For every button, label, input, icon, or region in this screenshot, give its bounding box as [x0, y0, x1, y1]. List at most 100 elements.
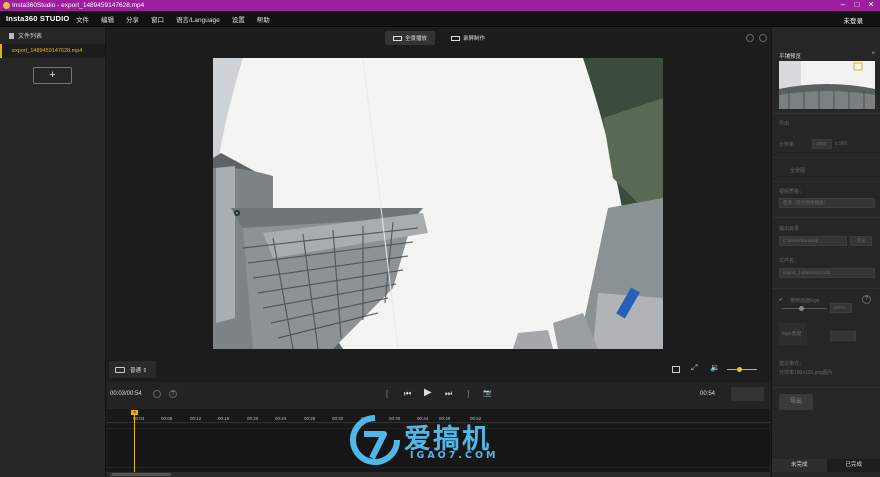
zoom-out-icon[interactable] [746, 34, 754, 42]
resolution-width-input[interactable]: 1920 [812, 139, 832, 149]
menu-help[interactable]: 帮助 [257, 14, 270, 24]
tick-label: 00:44 [417, 416, 429, 421]
menu-items: 文件 编辑 分享 窗口 语言/Language 设置 帮助 [76, 11, 282, 26]
timeline-ruler: 00:04 00:08 00:12 00:16 00:20 00:24 00:2… [107, 409, 770, 423]
tick-label: 00:12 [190, 416, 202, 421]
watermark-help-icon[interactable]: ? [862, 295, 871, 304]
browse-button[interactable]: 浏览 [850, 236, 872, 246]
filename-input[interactable]: export_1489459147628 [779, 268, 875, 278]
volume-slider[interactable] [727, 369, 757, 370]
tick-label: 00:28 [304, 416, 316, 421]
player-controls: 普通 ⇕ ⤢ 🔉 [107, 358, 770, 382]
export-section-label: 导出 [779, 121, 790, 127]
menu-edit[interactable]: 编辑 [101, 14, 114, 24]
menu-language[interactable]: 语言/Language [176, 14, 220, 24]
minimize-button[interactable]: – [836, 0, 850, 11]
tick-label: 00:08 [161, 416, 173, 421]
divider [772, 181, 880, 182]
volume-slider-handle[interactable] [737, 367, 742, 372]
checkmark-icon[interactable]: ✔ [779, 297, 783, 303]
opacity-slider-handle[interactable] [799, 306, 804, 311]
task-tabs: 未完成 已完成 [772, 459, 880, 472]
login-status[interactable]: 未登录 [844, 15, 864, 25]
close-button[interactable]: ✕ [864, 0, 878, 11]
tile-preview-thumbnail[interactable] [779, 61, 875, 109]
main-area: 全景播放 录屏制作 普通 ⇕ ⤢ 🔉 00:03/00:54 ? [⏮ ▶ ⏭… [107, 27, 770, 477]
logo-size-input[interactable] [830, 331, 856, 341]
fisheye-frame-image [213, 58, 663, 349]
tab-finished[interactable]: 已完成 [826, 459, 880, 472]
file-panel-header: 文件列表 [0, 27, 105, 44]
tab-record-label: 录屏制作 [463, 36, 486, 42]
maximize-button[interactable]: □ [850, 0, 864, 11]
view-mode-select[interactable]: 普通 ⇕ [109, 361, 156, 378]
view-tabs: 全景播放 录屏制作 [107, 27, 770, 49]
video-quality-label: 视频质量： [779, 189, 805, 195]
timeline-scrollbar[interactable] [107, 472, 770, 477]
title-bar: Insta360Studio - export_1489459147628.mp… [0, 0, 880, 11]
opacity-input[interactable]: 100% [830, 303, 852, 313]
fullscreen-icon[interactable]: ⤢ [691, 363, 699, 372]
watermark-option-label[interactable]: 使用画面logo [790, 297, 819, 304]
video-quality-select[interactable]: 超清（适合网络播放） [779, 198, 875, 208]
scrollbar-thumb[interactable] [111, 473, 171, 476]
screenshot-icon[interactable]: 📷 [483, 389, 492, 397]
skip-forward-icon[interactable]: ⏭ [445, 389, 452, 399]
end-time: 00:54 [700, 391, 716, 397]
opacity-slider[interactable] [782, 308, 827, 309]
tick-label: 00:40 [389, 416, 401, 421]
export-panel: 平铺预览 × 导出 分辨率： 1920 x 960 全景图 视频质量： 超清（适… [771, 27, 880, 477]
view-mode-label: 普通 ⇕ [130, 367, 148, 374]
divider [772, 157, 880, 158]
video-preview[interactable] [213, 58, 663, 349]
tab-panorama-play[interactable]: 全景播放 [385, 31, 436, 45]
menu-bar: Insta360 STUDIO 文件 编辑 分享 窗口 语言/Language … [0, 11, 880, 27]
tab-screen-record[interactable]: 录屏制作 [443, 31, 493, 45]
menu-window[interactable]: 窗口 [151, 14, 164, 24]
menu-file[interactable]: 文件 [76, 14, 89, 24]
divider [772, 217, 880, 218]
speed-icon[interactable] [153, 390, 161, 398]
divider [772, 288, 880, 289]
mark-out-icon[interactable]: ] [467, 389, 469, 398]
skip-back-icon[interactable]: ⏮ [404, 389, 411, 399]
file-panel-title: 文件列表 [18, 34, 43, 40]
file-item[interactable]: export_1489459147628.mp4 [0, 44, 105, 58]
tick-label: 00:52 [470, 416, 482, 421]
playhead-line[interactable] [134, 414, 135, 472]
timeline-track[interactable] [107, 428, 770, 468]
tick-label: 00:20 [247, 416, 259, 421]
mark-in-icon[interactable]: [ [386, 389, 388, 398]
set-range-button[interactable] [731, 387, 764, 401]
export-button[interactable]: 导出 [779, 394, 813, 410]
add-file-button[interactable]: + [33, 67, 72, 84]
tab-unfinished[interactable]: 未完成 [772, 459, 827, 472]
monitor-icon [115, 366, 125, 373]
timeline[interactable]: 00:04 00:08 00:12 00:16 00:20 00:24 00:2… [107, 409, 770, 477]
logo-size-label: logo宽度 [782, 331, 802, 337]
app-icon [3, 2, 10, 9]
record-icon [451, 35, 460, 41]
format-label: 建议格式： [779, 361, 805, 367]
transport-bar: 00:03/00:54 ? [ ⏮ ▶ ⏭ ] 📷 00:54 [107, 382, 770, 409]
output-dir-input[interactable]: C:\Users\Desktop [779, 236, 847, 246]
tick-label: 00:16 [218, 416, 230, 421]
output-dir-label: 输出目录 [779, 226, 800, 232]
help-icon[interactable]: ? [169, 390, 177, 398]
aspect-ratio-icon[interactable] [672, 366, 680, 373]
panorama-icon [393, 35, 402, 41]
app-logo: Insta360 STUDIO [6, 14, 70, 23]
resolution-label: 分辨率： [779, 142, 800, 148]
tile-preview-title: 平铺预览 [779, 54, 802, 60]
format-value: 分辨率100x100,png图片 [779, 370, 833, 376]
window-title: Insta360Studio - export_1489459147628.mp… [12, 2, 145, 9]
menu-share[interactable]: 分享 [126, 14, 139, 24]
volume-icon[interactable]: 🔉 [710, 363, 720, 372]
zoom-in-icon[interactable] [759, 34, 767, 42]
play-button[interactable]: ▶ [424, 387, 432, 398]
close-icon[interactable]: × [871, 51, 875, 57]
current-time: 00:03/00:54 [110, 391, 142, 397]
fullscreen-option-label[interactable]: 全景图 [790, 167, 805, 174]
resolution-height: x 960 [835, 141, 848, 147]
menu-settings[interactable]: 设置 [232, 14, 245, 24]
